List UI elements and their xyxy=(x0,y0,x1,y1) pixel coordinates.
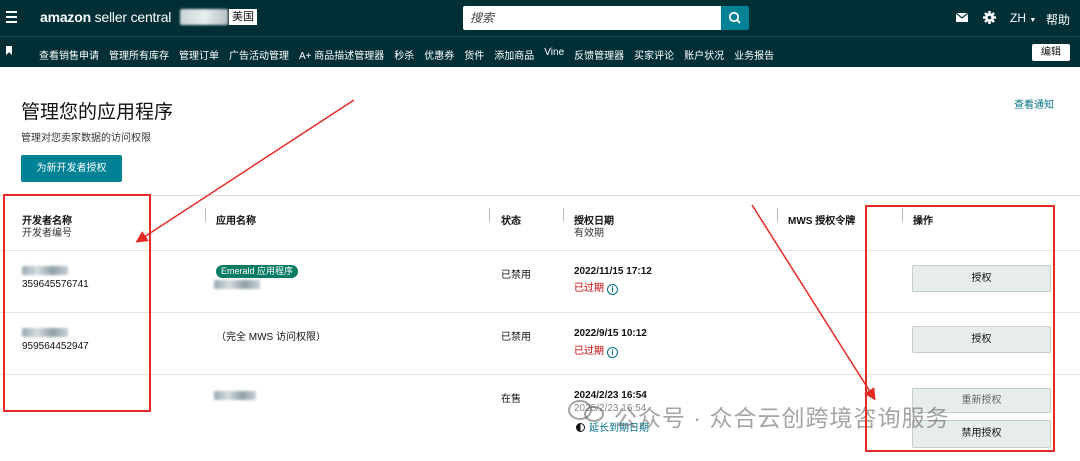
column-divider xyxy=(563,208,564,222)
top-header: amazon seller central 美国 搜索 ZH ▼ 帮助 xyxy=(0,0,1080,36)
column-divider xyxy=(489,208,490,222)
language-label: ZH xyxy=(1010,11,1026,25)
annotation-arrow xyxy=(751,204,876,401)
expired-label: 已过期 xyxy=(574,283,604,294)
nav-bar: 查看销售申请 管理所有库存 管理订单 广告活动管理 A+ 商品描述管理器 秒杀 … xyxy=(0,36,1080,67)
clock-icon xyxy=(576,423,585,432)
nav-item-account-health[interactable]: 账户状况 xyxy=(684,47,724,62)
nav-menu: 查看销售申请 管理所有库存 管理订单 广告活动管理 A+ 商品描述管理器 秒杀 … xyxy=(39,47,784,62)
header-mws-token: MWS 授权令牌 xyxy=(788,216,856,227)
chevron-down-icon: ▼ xyxy=(1029,17,1037,24)
validity-status: 已过期 i xyxy=(574,342,618,358)
annotation-box-developer xyxy=(3,194,151,412)
header-status: 状态 xyxy=(501,216,521,227)
nav-item-business-reports[interactable]: 业务报告 xyxy=(734,47,774,62)
page-subtitle: 管理对您卖家数据的访问权限 xyxy=(21,133,151,144)
nav-item-inventory[interactable]: 管理所有库存 xyxy=(109,47,169,62)
wechat-logo-icon xyxy=(568,400,604,422)
bookmark-icon[interactable] xyxy=(6,46,12,55)
search-button[interactable] xyxy=(721,6,749,30)
mail-icon[interactable] xyxy=(956,13,968,22)
page-title: 管理您的应用程序 xyxy=(21,102,174,123)
seller-central-logo[interactable]: amazon seller central xyxy=(40,9,171,25)
authorize-new-developer-button[interactable]: 为新开发者授权 xyxy=(21,155,122,182)
auth-date: 2022/11/15 17:12 xyxy=(574,266,652,277)
nav-item-vine[interactable]: Vine xyxy=(544,47,564,62)
nav-item-shipments[interactable]: 货件 xyxy=(464,47,484,62)
language-selector[interactable]: ZH ▼ xyxy=(1010,11,1036,25)
nav-item-orders[interactable]: 管理订单 xyxy=(179,47,219,62)
auth-date: 2022/9/15 10:12 xyxy=(574,328,647,339)
edit-nav-button[interactable]: 编辑 xyxy=(1032,44,1070,61)
search-icon xyxy=(728,11,741,24)
header-valid-until: 有效期 xyxy=(574,228,604,239)
view-notifications-link[interactable]: 查看通知 xyxy=(1014,96,1054,111)
status-text: 在售 xyxy=(501,394,521,405)
nav-item-feedback[interactable]: 反馈管理器 xyxy=(574,47,624,62)
store-name-blurred xyxy=(180,9,228,25)
status-text: 已禁用 xyxy=(501,332,531,343)
table-top-border xyxy=(0,195,1080,196)
menu-icon[interactable] xyxy=(6,11,17,23)
status-text: 已禁用 xyxy=(501,270,531,281)
validity-status: 已过期 i xyxy=(574,279,618,295)
expired-label: 已过期 xyxy=(574,346,604,357)
nav-item-add-products[interactable]: 添加商品 xyxy=(494,47,534,62)
info-icon[interactable]: i xyxy=(607,347,618,358)
store-marketplace[interactable]: 美国 xyxy=(228,9,257,25)
app-badge: Emerald 应用程序 xyxy=(216,265,299,278)
column-divider xyxy=(205,208,206,222)
logo-brand: amazon xyxy=(40,9,91,25)
header-app-name: 应用名称 xyxy=(216,216,256,227)
column-divider xyxy=(777,208,778,222)
nav-item-reviews[interactable]: 买家评论 xyxy=(634,47,674,62)
app-name-blurred xyxy=(214,280,260,289)
nav-item-lightning-deals[interactable]: 秒杀 xyxy=(394,47,414,62)
gear-icon[interactable] xyxy=(983,11,996,24)
app-name-blurred xyxy=(214,391,256,400)
annotation-box-actions xyxy=(865,205,1055,452)
nav-item-sales-requests[interactable]: 查看销售申请 xyxy=(39,47,99,62)
nav-item-campaigns[interactable]: 广告活动管理 xyxy=(229,47,289,62)
logo-suffix: seller central xyxy=(90,9,172,25)
app-name: （完全 MWS 访问权限） xyxy=(216,332,326,343)
nav-item-coupons[interactable]: 优惠券 xyxy=(424,47,454,62)
search-input[interactable]: 搜索 xyxy=(463,6,721,30)
info-icon[interactable]: i xyxy=(607,284,618,295)
help-link[interactable]: 帮助 xyxy=(1046,11,1070,28)
nav-item-a-plus[interactable]: A+ 商品描述管理器 xyxy=(299,47,384,62)
